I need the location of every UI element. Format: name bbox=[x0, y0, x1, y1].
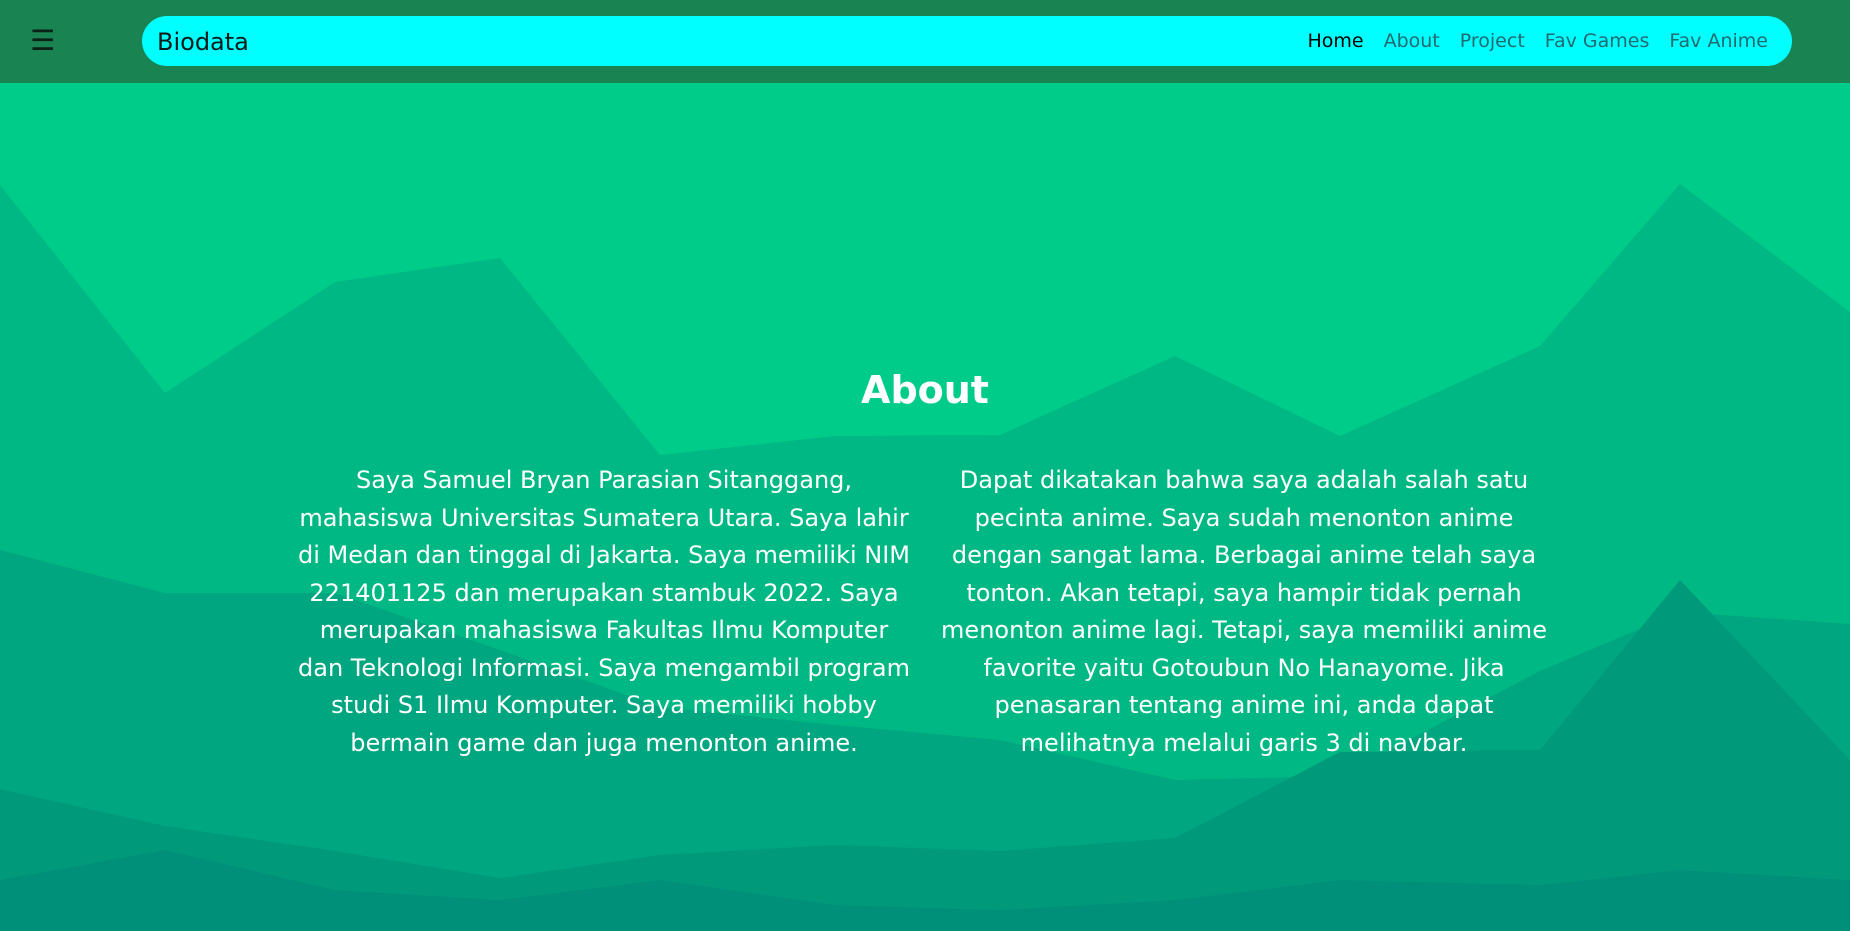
about-left-paragraph: Saya Samuel Bryan Parasian Sitanggang, m… bbox=[298, 466, 911, 757]
about-section: About Saya Samuel Bryan Parasian Sitangg… bbox=[0, 83, 1850, 931]
about-right-paragraph: Dapat dikatakan bahwa saya adalah salah … bbox=[941, 466, 1547, 757]
nav-link-fav-anime[interactable]: Fav Anime bbox=[1669, 30, 1768, 52]
nav-links: Home About Project Fav Games Fav Anime bbox=[1307, 16, 1768, 66]
nav-link-about[interactable]: About bbox=[1384, 30, 1440, 52]
nav-link-home[interactable]: Home bbox=[1307, 30, 1363, 52]
nav-link-project[interactable]: Project bbox=[1460, 30, 1525, 52]
hamburger-icon[interactable]: ☰ bbox=[30, 26, 55, 56]
top-bar: ☰ Biodata Home About Project Fav Games F… bbox=[0, 0, 1850, 83]
about-title: About bbox=[861, 368, 989, 412]
navbar: Biodata Home About Project Fav Games Fav… bbox=[142, 16, 1792, 66]
nav-link-fav-games[interactable]: Fav Games bbox=[1545, 30, 1650, 52]
brand-link[interactable]: Biodata bbox=[157, 16, 249, 66]
